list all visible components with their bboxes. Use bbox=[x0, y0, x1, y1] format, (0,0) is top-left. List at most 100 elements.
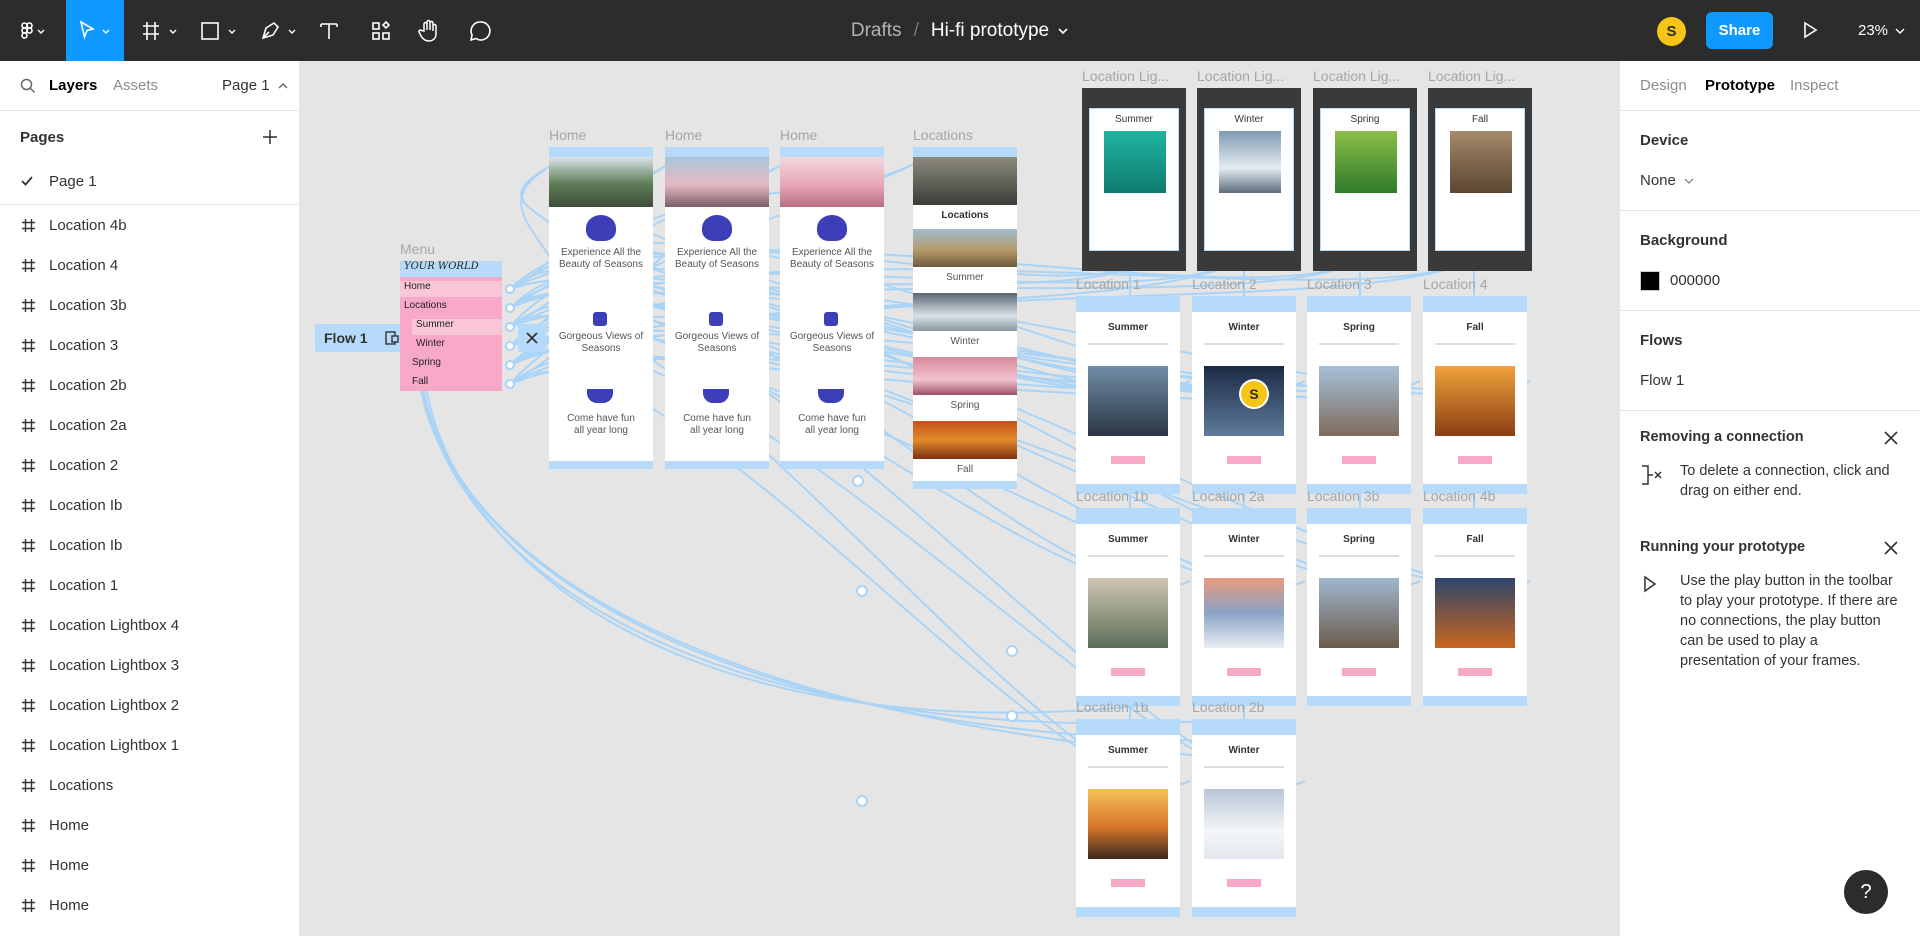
shape-tool-button[interactable] bbox=[196, 0, 242, 61]
layer-item[interactable]: Location 2b bbox=[0, 366, 299, 406]
summer-thumbnail[interactable] bbox=[913, 229, 1017, 267]
flow-start-badge[interactable]: Flow 1 bbox=[315, 324, 410, 352]
lightbox-frame[interactable]: Spring bbox=[1313, 88, 1417, 271]
connection-node[interactable] bbox=[856, 795, 868, 807]
menu-item-fall[interactable]: Fall bbox=[408, 376, 428, 391]
frame-label-home[interactable]: Home bbox=[549, 127, 586, 143]
connection-node[interactable] bbox=[1006, 645, 1018, 657]
tab-design[interactable]: Design bbox=[1640, 77, 1687, 94]
layer-item[interactable]: Location 2a bbox=[0, 406, 299, 446]
location-button[interactable] bbox=[1227, 879, 1261, 887]
connection-node[interactable] bbox=[505, 360, 515, 370]
canvas[interactable]: Flow 1 Menu YOUR WORLD Home Locations Su… bbox=[300, 61, 1619, 936]
location-button[interactable] bbox=[1458, 456, 1492, 464]
location-frame[interactable]: Summer bbox=[1076, 296, 1180, 494]
close-icon[interactable] bbox=[1884, 431, 1898, 445]
frame-label-location[interactable]: Location 3b bbox=[1307, 488, 1379, 504]
layer-item[interactable]: Location 2 bbox=[0, 446, 299, 486]
frame-tool-button[interactable] bbox=[138, 0, 182, 61]
frame-label-menu[interactable]: Menu bbox=[400, 241, 435, 257]
locations-frame[interactable]: Locations Summer Winter Spring Fall bbox=[913, 147, 1017, 489]
page-selector[interactable]: Page 1 bbox=[222, 77, 288, 94]
frame-label-locations[interactable]: Locations bbox=[913, 127, 973, 143]
lightbox-frame[interactable]: Winter bbox=[1197, 88, 1301, 271]
user-avatar[interactable]: S bbox=[1657, 17, 1686, 46]
layer-item[interactable]: Location 4b bbox=[0, 206, 299, 246]
chevron-down-icon[interactable] bbox=[1057, 27, 1069, 35]
layer-item[interactable]: Location Lightbox 3 bbox=[0, 646, 299, 686]
location-button[interactable] bbox=[1342, 668, 1376, 676]
menu-item-locations[interactable]: Locations bbox=[400, 300, 502, 316]
layer-item[interactable]: Location 3b bbox=[0, 286, 299, 326]
close-overlay-button[interactable] bbox=[518, 324, 546, 352]
frame-label-location[interactable]: Location 2a bbox=[1192, 488, 1264, 504]
home-frame[interactable]: Experience All the Beauty of Seasons Gorg… bbox=[549, 147, 653, 469]
tab-inspect[interactable]: Inspect bbox=[1790, 77, 1838, 94]
location-button[interactable] bbox=[1227, 456, 1261, 464]
page-item[interactable]: Page 1 bbox=[0, 163, 299, 205]
connection-node[interactable] bbox=[505, 303, 515, 313]
search-icon[interactable] bbox=[20, 78, 36, 94]
lightbox-frame[interactable]: Fall bbox=[1428, 88, 1532, 271]
layer-item[interactable]: Location Lightbox 2 bbox=[0, 686, 299, 726]
location-button[interactable] bbox=[1342, 456, 1376, 464]
breadcrumb-drafts[interactable]: Drafts bbox=[851, 20, 902, 42]
connection-node[interactable] bbox=[1006, 710, 1018, 722]
frame-label-location[interactable]: Location 2 bbox=[1192, 276, 1257, 292]
tab-prototype[interactable]: Prototype bbox=[1705, 77, 1775, 94]
location-button[interactable] bbox=[1111, 668, 1145, 676]
location-button[interactable] bbox=[1111, 879, 1145, 887]
frame-label-home[interactable]: Home bbox=[780, 127, 817, 143]
frame-label-location[interactable]: Location 4b bbox=[1423, 488, 1495, 504]
frame-label-lightbox[interactable]: Location Lig... bbox=[1197, 68, 1284, 84]
location-image[interactable] bbox=[1204, 789, 1284, 859]
background-hex-input[interactable]: 000000 bbox=[1670, 272, 1720, 289]
tab-layers[interactable]: Layers bbox=[49, 77, 97, 94]
menu-item-winter[interactable]: Winter bbox=[412, 338, 445, 354]
location-image[interactable] bbox=[1435, 366, 1515, 436]
flow-item[interactable]: Flow 1 bbox=[1640, 372, 1684, 389]
comment-tool-button[interactable] bbox=[467, 0, 493, 61]
location-frame[interactable]: Fall bbox=[1423, 296, 1527, 494]
menu-item-home[interactable]: Home bbox=[400, 281, 502, 297]
location-image[interactable] bbox=[1088, 789, 1168, 859]
location-image[interactable] bbox=[1204, 578, 1284, 648]
device-select[interactable]: None bbox=[1640, 172, 1694, 189]
layer-item[interactable]: Location 1 bbox=[0, 566, 299, 606]
hand-tool-button[interactable] bbox=[416, 0, 442, 61]
lightbox-frame[interactable]: Summer bbox=[1082, 88, 1186, 271]
connection-node[interactable] bbox=[505, 341, 515, 351]
location-frame[interactable]: Summer bbox=[1076, 508, 1180, 706]
menu-frame[interactable]: YOUR WORLD Home Locations Summer Winter … bbox=[400, 261, 502, 391]
layer-item[interactable]: Location 4 bbox=[0, 246, 299, 286]
location-frame[interactable]: Spring bbox=[1307, 296, 1411, 494]
layer-item[interactable]: Location Lightbox 4 bbox=[0, 606, 299, 646]
present-button[interactable] bbox=[1800, 19, 1820, 46]
tab-assets[interactable]: Assets bbox=[113, 77, 158, 94]
location-button[interactable] bbox=[1458, 668, 1492, 676]
frame-label-location[interactable]: Location 3 bbox=[1307, 276, 1372, 292]
location-button[interactable] bbox=[1227, 668, 1261, 676]
layer-item[interactable]: Home bbox=[0, 886, 299, 926]
share-button[interactable]: Share bbox=[1706, 12, 1773, 49]
figma-menu-button[interactable] bbox=[12, 0, 52, 61]
location-frame[interactable]: Winter bbox=[1192, 508, 1296, 706]
help-button[interactable]: ? bbox=[1844, 870, 1888, 914]
menu-item-spring[interactable]: Spring bbox=[408, 357, 441, 373]
frame-label-location[interactable]: Location 1b bbox=[1076, 699, 1148, 715]
location-frame[interactable]: Winter bbox=[1192, 719, 1296, 917]
layer-item[interactable]: Home bbox=[0, 846, 299, 886]
connection-node[interactable] bbox=[856, 585, 868, 597]
location-image[interactable] bbox=[1435, 578, 1515, 648]
layer-item[interactable]: Location Lightbox 1 bbox=[0, 726, 299, 766]
location-image[interactable] bbox=[1088, 366, 1168, 436]
plus-icon[interactable] bbox=[262, 129, 278, 145]
layer-item[interactable]: Location 3 bbox=[0, 326, 299, 366]
close-icon[interactable] bbox=[1884, 541, 1898, 555]
layer-item[interactable]: Location Ib bbox=[0, 526, 299, 566]
resources-button[interactable] bbox=[368, 0, 394, 61]
connection-node[interactable] bbox=[852, 475, 864, 487]
frame-label-location[interactable]: Location 2b bbox=[1192, 699, 1264, 715]
menu-item-summer[interactable]: Summer bbox=[412, 319, 502, 335]
connection-node[interactable] bbox=[505, 284, 515, 294]
